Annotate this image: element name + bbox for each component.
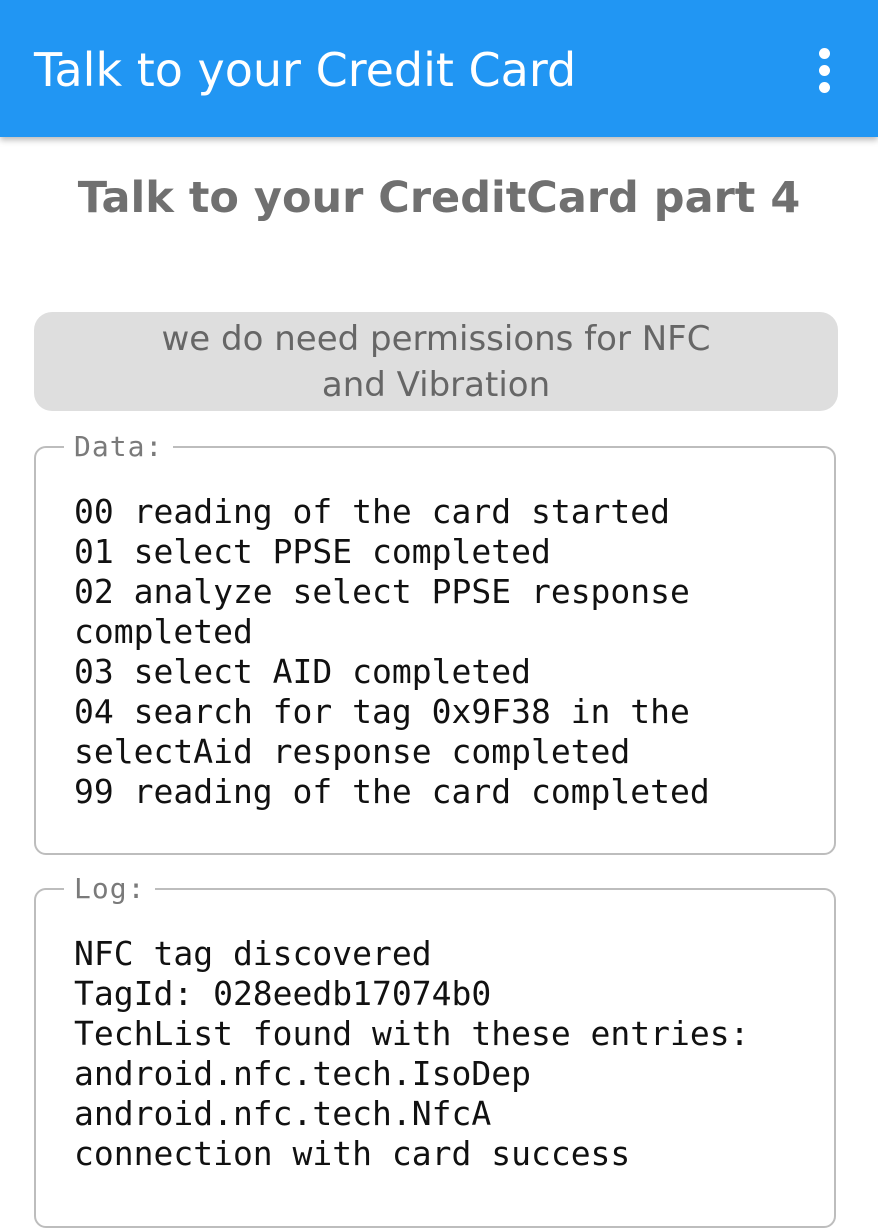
data-box: Data: 00 reading of the card started 01 … (34, 428, 836, 855)
data-line: 03 select AID completed (74, 652, 531, 691)
permissions-button[interactable]: we do need permissions for NFC and Vibra… (34, 312, 838, 411)
log-line: TagId: 028eedb17074b0 (74, 974, 492, 1013)
data-line: 04 search for tag 0x9F38 in the (74, 692, 690, 731)
page-heading: Talk to your CreditCard part 4 (77, 173, 801, 223)
app-bar: Talk to your Credit Card (0, 0, 878, 137)
log-line: android.nfc.tech.NfcA (74, 1094, 492, 1133)
log-line: TechList found with these entries: (74, 1014, 750, 1053)
log-line: connection with card success (74, 1134, 631, 1173)
data-line: 99 reading of the card completed (74, 772, 710, 811)
log-line: android.nfc.tech.IsoDep (74, 1054, 531, 1093)
app-title: Talk to your Credit Card (34, 43, 577, 97)
log-legend: Log: (64, 870, 156, 908)
data-line: completed (74, 612, 253, 651)
more-vert-icon[interactable] (798, 40, 850, 100)
log-text: NFC tag discovered TagId: 028eedb17074b0… (74, 934, 824, 1174)
permissions-label-line-2: and Vibration (321, 364, 551, 405)
data-line: 01 select PPSE completed (74, 532, 551, 571)
data-line: 00 reading of the card started (74, 492, 671, 531)
data-line: 02 analyze select PPSE response (74, 572, 690, 611)
permissions-button-label: we do need permissions for NFC and Vibra… (136, 316, 736, 408)
data-text: 00 reading of the card started 01 select… (74, 492, 824, 812)
log-line: NFC tag discovered (74, 934, 432, 973)
data-legend: Data: (64, 428, 174, 466)
log-box: Log: NFC tag discovered TagId: 028eedb17… (34, 870, 836, 1228)
permissions-label-line-1: we do need permissions for NFC (161, 318, 711, 359)
data-line: selectAid response completed (74, 732, 631, 771)
